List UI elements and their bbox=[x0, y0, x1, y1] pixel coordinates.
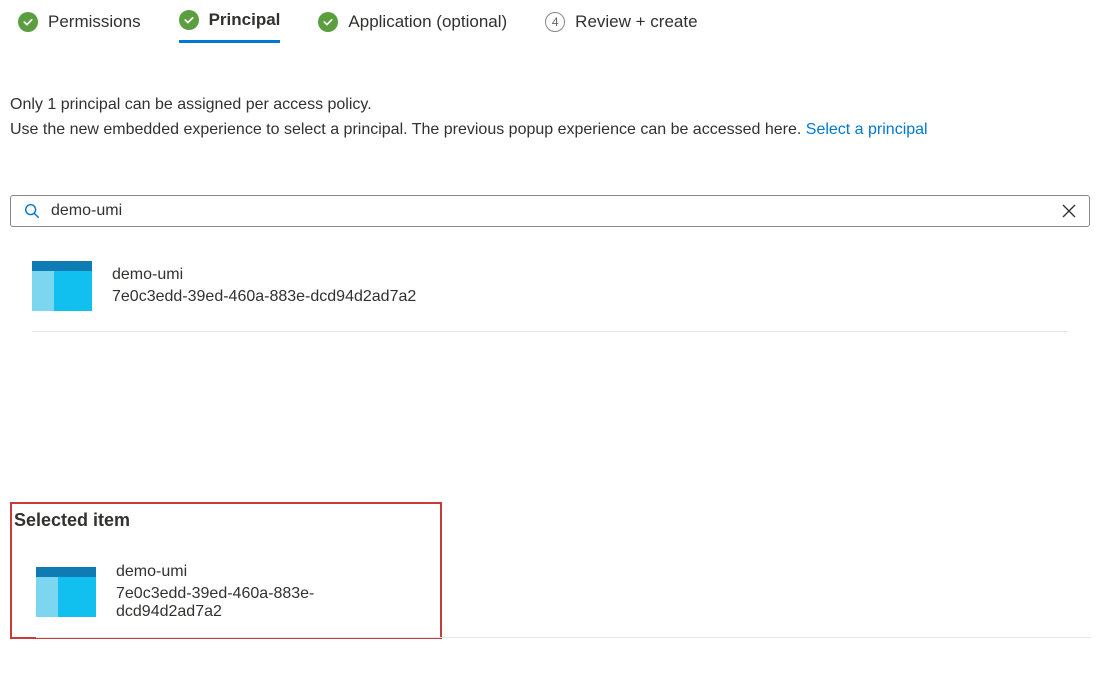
result-list: demo-umi 7e0c3edd-39ed-460a-883e-dcd94d2… bbox=[10, 249, 1090, 332]
managed-identity-icon bbox=[36, 567, 96, 617]
result-id: 7e0c3edd-39ed-460a-883e-dcd94d2ad7a2 bbox=[112, 288, 416, 306]
check-circle-icon bbox=[318, 12, 338, 32]
result-name: demo-umi bbox=[112, 266, 416, 284]
managed-identity-icon bbox=[32, 261, 92, 311]
result-item-text: demo-umi 7e0c3edd-39ed-460a-883e-dcd94d2… bbox=[112, 266, 416, 306]
tab-label: Review + create bbox=[575, 12, 697, 32]
tab-label: Application (optional) bbox=[348, 12, 507, 32]
selected-item-section: Selected item demo-umi 7e0c3edd-39ed-460… bbox=[10, 502, 442, 639]
clear-icon[interactable] bbox=[1061, 203, 1077, 219]
divider bbox=[36, 637, 1091, 638]
selected-id: 7e0c3edd-39ed-460a-883e-dcd94d2ad7a2 bbox=[116, 585, 416, 621]
tab-label: Permissions bbox=[48, 12, 141, 32]
search-icon bbox=[23, 202, 41, 220]
spacer bbox=[10, 332, 1090, 502]
tab-application[interactable]: Application (optional) bbox=[318, 10, 507, 43]
tab-principal[interactable]: Principal bbox=[179, 10, 281, 43]
description-text: Only 1 principal can be assigned per acc… bbox=[10, 93, 1090, 143]
tab-review-create[interactable]: 4 Review + create bbox=[545, 10, 697, 43]
tab-label: Principal bbox=[209, 10, 281, 30]
selected-name: demo-umi bbox=[116, 563, 416, 581]
check-circle-icon bbox=[179, 10, 199, 30]
description-line2: Use the new embedded experience to selec… bbox=[10, 118, 1090, 143]
selected-item-text: demo-umi 7e0c3edd-39ed-460a-883e-dcd94d2… bbox=[116, 563, 416, 621]
selected-item[interactable]: demo-umi 7e0c3edd-39ed-460a-883e-dcd94d2… bbox=[14, 563, 438, 635]
description-line1: Only 1 principal can be assigned per acc… bbox=[10, 93, 1090, 118]
wizard-tabs: Permissions Principal Application (optio… bbox=[10, 10, 1090, 43]
search-input[interactable] bbox=[51, 202, 1061, 220]
tab-permissions[interactable]: Permissions bbox=[18, 10, 141, 43]
step-number-icon: 4 bbox=[545, 12, 565, 32]
select-principal-link[interactable]: Select a principal bbox=[806, 121, 928, 138]
search-box[interactable] bbox=[10, 195, 1090, 227]
selected-item-heading: Selected item bbox=[14, 510, 438, 531]
check-circle-icon bbox=[18, 12, 38, 32]
result-item[interactable]: demo-umi 7e0c3edd-39ed-460a-883e-dcd94d2… bbox=[32, 249, 1068, 332]
